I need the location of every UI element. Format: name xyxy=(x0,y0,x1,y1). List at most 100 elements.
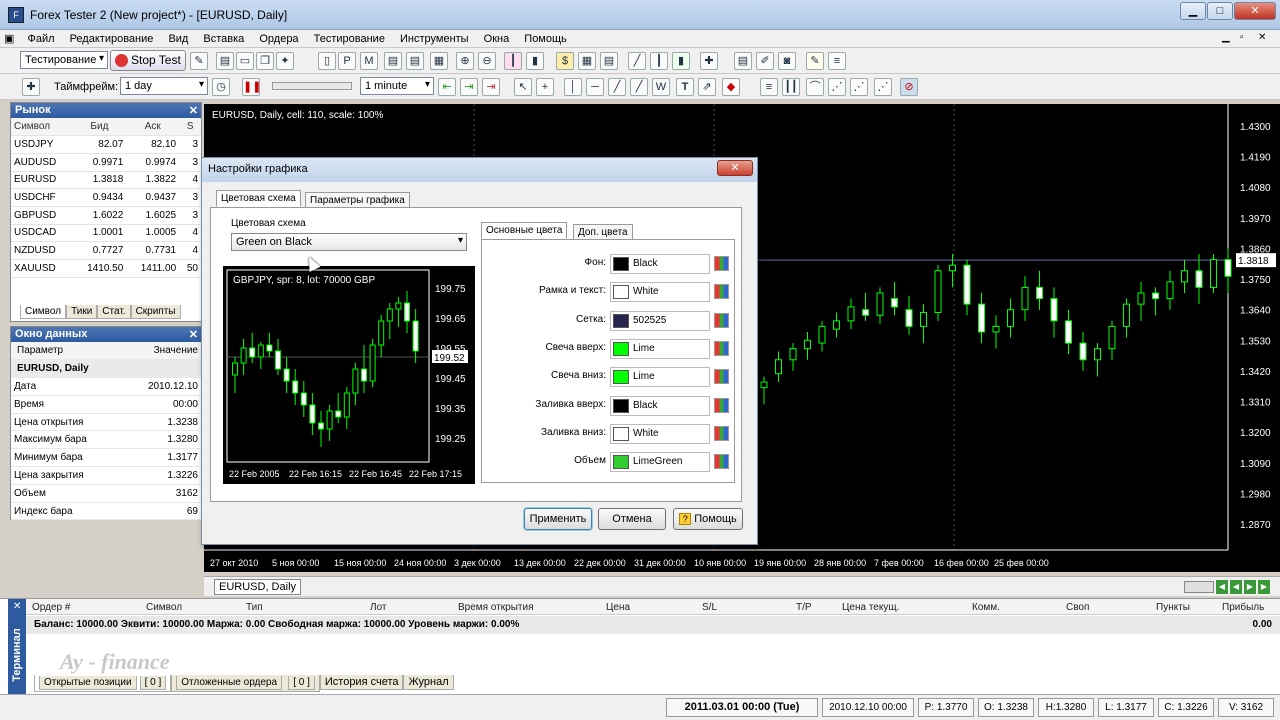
terminal-close-icon[interactable]: ✕ xyxy=(13,601,21,612)
terminal-col-header[interactable]: Цена текущ. xyxy=(842,602,899,613)
arc-icon[interactable]: ⌒ xyxy=(806,78,824,96)
step-back-icon[interactable]: ⇤ xyxy=(438,78,456,96)
color-select[interactable]: LimeGreen xyxy=(610,452,710,473)
color-select[interactable]: Black xyxy=(610,254,710,274)
folder-icon[interactable]: ▭ xyxy=(236,52,254,70)
candles-icon[interactable]: ▮ xyxy=(672,52,690,70)
speed-slider[interactable] xyxy=(272,82,352,90)
cancel-button[interactable]: Отмена xyxy=(598,508,666,530)
market-row[interactable]: EURUSD 1.3818 1.3822 4 xyxy=(11,171,201,190)
menu-edit[interactable]: Редактирование xyxy=(64,31,160,47)
tab-color-scheme[interactable]: Цветовая схема xyxy=(216,190,301,207)
tab-ticks[interactable]: Тики xyxy=(66,305,98,319)
terminal-col-header[interactable]: Пункты xyxy=(1156,602,1190,613)
bars-icon[interactable]: ┃ xyxy=(650,52,668,70)
dialog-close-button[interactable]: ✕ xyxy=(717,160,753,176)
m-icon[interactable]: M xyxy=(360,52,378,70)
mdi-close-icon[interactable]: ✕ xyxy=(1258,32,1266,43)
color-select[interactable]: White xyxy=(610,423,710,444)
terminal-col-header[interactable]: Символ xyxy=(146,602,182,613)
open-icon[interactable]: ▤ xyxy=(216,52,234,70)
color-select[interactable]: Lime xyxy=(610,367,710,388)
template-icon[interactable]: ▤ xyxy=(734,52,752,70)
color-select[interactable]: Black xyxy=(610,395,710,416)
delete-objects-icon[interactable]: ⊘ xyxy=(900,78,918,96)
scroll-left-icon[interactable]: ◀ xyxy=(1216,580,1228,594)
brush-icon[interactable]: ✐ xyxy=(756,52,774,70)
mdi-restore-icon[interactable]: ▫ xyxy=(1240,32,1244,43)
terminal-col-header[interactable]: Тип xyxy=(246,602,263,613)
market-row[interactable]: USDCAD 1.0001 1.0005 4 xyxy=(11,224,201,243)
doc-icon[interactable]: ▤ xyxy=(384,52,402,70)
tab-pending-orders[interactable]: Отложенные ордера [ 0 ] xyxy=(171,675,320,692)
col-ask[interactable]: Аск xyxy=(126,118,180,137)
menu-windows[interactable]: Окна xyxy=(478,31,516,47)
tab-open-positions[interactable]: Открытые позиции [ 0 ] xyxy=(34,675,172,692)
clock-icon[interactable]: ◷ xyxy=(212,78,230,96)
market-row[interactable]: XAUUSD 1410.50 1411.00 50 xyxy=(11,259,201,278)
text-icon[interactable]: T xyxy=(676,78,694,96)
market-row[interactable]: USDCHF 0.9434 0.9437 3 xyxy=(11,188,201,207)
terminal-col-header[interactable]: Комм. xyxy=(972,602,1000,613)
tab-scripts[interactable]: Скрипты xyxy=(130,305,181,319)
color-select[interactable]: White xyxy=(610,282,710,303)
arrow-icon[interactable]: ⇗ xyxy=(698,78,716,96)
step-icon[interactable]: ⇥ xyxy=(460,78,478,96)
gann-icon[interactable]: ⋰ xyxy=(850,78,868,96)
palette-icon[interactable] xyxy=(714,256,729,271)
grid-icon[interactable]: ▦ xyxy=(430,52,448,70)
new-doc-icon[interactable]: ▯ xyxy=(318,52,336,70)
col-symbol[interactable]: Символ xyxy=(11,118,73,137)
mdi-min-icon[interactable]: ▁ xyxy=(1222,32,1230,43)
market-row[interactable]: NZDUSD 0.7727 0.7731 4 xyxy=(11,241,201,260)
scheme-select[interactable]: Green on Black xyxy=(231,233,467,251)
palette-icon[interactable] xyxy=(714,369,729,385)
step-forward-icon[interactable]: ⇥ xyxy=(482,78,500,96)
palette-icon[interactable] xyxy=(714,397,729,413)
tab-journal[interactable]: Журнал xyxy=(403,675,454,690)
money-icon[interactable]: $ xyxy=(556,52,574,70)
scroll-next-icon[interactable]: ▶ xyxy=(1244,580,1256,594)
chart-scrollbar[interactable] xyxy=(1184,581,1214,593)
config-icon[interactable]: ✎ xyxy=(190,52,208,70)
zoom-out-icon[interactable]: ⊖ xyxy=(478,52,496,70)
close-data-window-icon[interactable]: ✕ xyxy=(189,328,198,341)
palette-icon[interactable] xyxy=(714,312,729,328)
candle-icon[interactable]: ▮ xyxy=(526,52,544,70)
trendline-icon[interactable]: ╱ xyxy=(608,78,626,96)
help-button[interactable]: ? Помощь xyxy=(673,508,743,530)
ray-icon[interactable]: ╱ xyxy=(630,78,648,96)
terminal-col-header[interactable]: Прибыль xyxy=(1222,602,1264,613)
terminal-col-header[interactable]: T/P xyxy=(796,602,812,613)
line-chart-icon[interactable]: ╱ xyxy=(628,52,646,70)
color-select[interactable]: 502525 xyxy=(610,310,710,331)
menu-file[interactable]: Файл xyxy=(21,31,60,47)
wave-icon[interactable]: W xyxy=(652,78,670,96)
menu-insert[interactable]: Вставка xyxy=(197,31,250,47)
interval-select[interactable]: 1 minute xyxy=(360,77,434,95)
tab-stats[interactable]: Стат. xyxy=(97,305,131,319)
market-row[interactable]: GBPUSD 1.6022 1.6025 3 xyxy=(11,206,201,225)
doc2-icon[interactable]: ▤ xyxy=(406,52,424,70)
maximize-button[interactable]: □ xyxy=(1207,2,1233,20)
table-icon[interactable]: ▤ xyxy=(600,52,618,70)
bar-chart-icon[interactable]: ┃ xyxy=(504,52,522,70)
color-select[interactable]: Lime xyxy=(610,338,710,359)
wizard-icon[interactable]: ✦ xyxy=(276,52,294,70)
terminal-col-header[interactable]: Ордер # xyxy=(32,602,70,613)
palette-icon[interactable] xyxy=(714,284,729,300)
pause-icon[interactable]: ❚❚ xyxy=(242,78,261,96)
menu-testing[interactable]: Тестирование xyxy=(308,31,391,47)
menu-orders[interactable]: Ордера xyxy=(253,31,304,47)
market-row[interactable]: USDJPY 82.07 82.10 3 xyxy=(11,135,201,154)
close-window-button[interactable]: ✕ xyxy=(1234,2,1276,20)
hline-icon[interactable]: ─ xyxy=(586,78,604,96)
tab-symbol[interactable]: Символ xyxy=(20,305,67,319)
cursor-icon[interactable]: ↖ xyxy=(514,78,532,96)
scroll-prev-icon[interactable]: ◀ xyxy=(1230,580,1242,594)
terminal-col-header[interactable]: Лот xyxy=(370,602,386,613)
terminal-col-header[interactable]: Время открытия xyxy=(458,602,534,613)
palette-icon[interactable] xyxy=(714,425,729,441)
p-icon[interactable]: P xyxy=(338,52,356,70)
tools-icon[interactable]: ⋰ xyxy=(874,78,892,96)
